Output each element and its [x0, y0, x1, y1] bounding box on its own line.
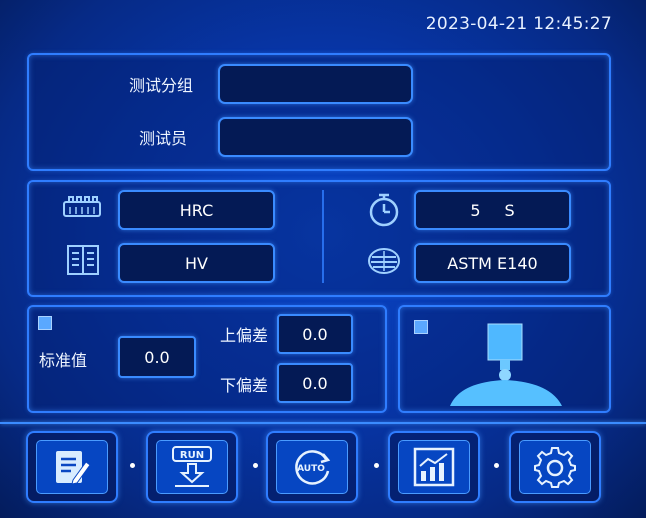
edit-button-face — [36, 440, 108, 494]
standard-book-icon[interactable] — [366, 246, 402, 276]
indenter-checkbox[interactable] — [414, 320, 428, 334]
auto-button[interactable]: AUTO — [266, 431, 358, 503]
dwell-time-unit: S — [504, 200, 515, 220]
tester-input[interactable] — [218, 117, 413, 157]
nav-dot-3 — [374, 463, 379, 468]
edit-icon — [56, 451, 91, 485]
nav-dot-2 — [253, 463, 258, 468]
datetime-display: 2023-04-21 12:45:27 — [425, 14, 612, 34]
tester-label: 测试员 — [139, 129, 188, 148]
chart-icon — [413, 447, 455, 487]
test-group-label: 测试分组 — [129, 76, 194, 95]
run-button-face: RUN — [156, 440, 228, 494]
indenter-illustration-icon — [450, 323, 562, 406]
conversion-table-icon[interactable] — [66, 244, 100, 276]
test-group-input[interactable] — [218, 64, 413, 104]
upper-deviation-input[interactable]: 0.0 — [277, 314, 353, 354]
run-button[interactable]: RUN — [146, 431, 238, 503]
hardness-scale-icon[interactable] — [62, 194, 102, 220]
nav-dot-1 — [130, 463, 135, 468]
auto-icon-label: AUTO — [297, 464, 325, 474]
timer-icon[interactable] — [366, 192, 402, 228]
run-icon-label: RUN — [180, 450, 204, 461]
auto-icon: AUTO — [295, 450, 331, 485]
dwell-time-value: 5 — [470, 200, 481, 220]
upper-deviation-label: 上偏差 — [220, 326, 269, 345]
run-icon: RUN — [172, 446, 212, 487]
conversion-select[interactable]: HV — [118, 243, 275, 283]
chart-button[interactable] — [388, 431, 480, 503]
auto-button-face: AUTO — [276, 440, 348, 494]
standard-value-input[interactable]: 0.0 — [118, 336, 196, 378]
lower-deviation-input[interactable]: 0.0 — [277, 363, 353, 403]
tolerance-checkbox[interactable] — [38, 316, 52, 330]
main-screen: 2023-04-21 12:45:27 测试分组 测试员 HRC HV 5 S … — [0, 0, 646, 518]
lower-deviation-label: 下偏差 — [220, 376, 269, 395]
standard-value-label: 标准值 — [39, 351, 88, 370]
settings-divider — [322, 190, 324, 283]
dwell-time-input[interactable]: 5 S — [414, 190, 571, 230]
settings-button[interactable] — [509, 431, 601, 503]
settings-button-face — [519, 440, 591, 494]
gear-icon — [534, 447, 576, 488]
nav-separator — [0, 422, 646, 424]
edit-button[interactable] — [26, 431, 118, 503]
chart-button-face — [398, 440, 470, 494]
nav-dot-4 — [494, 463, 499, 468]
scale-select[interactable]: HRC — [118, 190, 275, 230]
standard-select[interactable]: ASTM E140 — [414, 243, 571, 283]
